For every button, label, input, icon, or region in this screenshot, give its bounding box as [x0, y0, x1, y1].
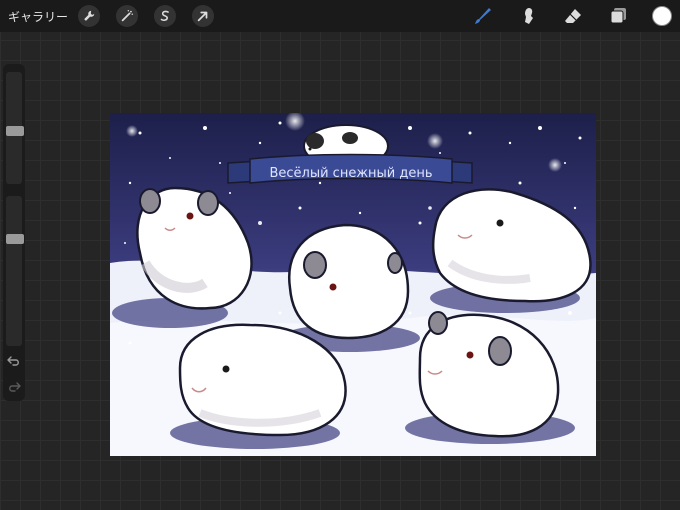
brush-tool[interactable] — [472, 5, 494, 27]
top-toolbar: ギャラリー — [0, 0, 680, 32]
layers-tool[interactable] — [607, 5, 629, 27]
left-sidebar — [3, 64, 25, 401]
gallery-button[interactable]: ギャラリー — [8, 8, 68, 25]
transform-button[interactable] — [192, 5, 215, 27]
eraser-tool[interactable] — [562, 5, 584, 27]
banner-text: Весёлый снежный день — [269, 166, 432, 181]
selection-s-icon — [160, 10, 169, 22]
smudge-tool[interactable] — [517, 5, 539, 27]
title-banner: Весёлый снежный день — [227, 153, 473, 184]
color-picker-button[interactable] — [652, 6, 672, 26]
guinea-pig-2 — [288, 223, 410, 340]
artwork-illustration: Весёлый снежный день — [110, 113, 596, 456]
undo-icon[interactable] — [7, 354, 21, 368]
actions-button[interactable] — [78, 5, 101, 27]
magic-wand-icon — [121, 10, 133, 22]
selection-button[interactable] — [154, 5, 177, 27]
redo-icon[interactable] — [7, 380, 21, 394]
layers-icon — [610, 8, 626, 24]
eraser-icon — [565, 9, 581, 23]
right-toolbar — [472, 0, 680, 32]
smudge-icon — [525, 8, 533, 24]
opacity-slider[interactable] — [6, 196, 22, 346]
transform-arrow-icon — [197, 11, 208, 22]
canvas[interactable]: Весёлый снежный день — [110, 113, 596, 456]
opacity-thumb[interactable] — [6, 234, 24, 244]
brush-icon — [475, 8, 491, 24]
adjustments-button[interactable] — [116, 5, 139, 27]
wrench-icon — [84, 10, 95, 21]
brush-size-thumb[interactable] — [6, 126, 24, 136]
